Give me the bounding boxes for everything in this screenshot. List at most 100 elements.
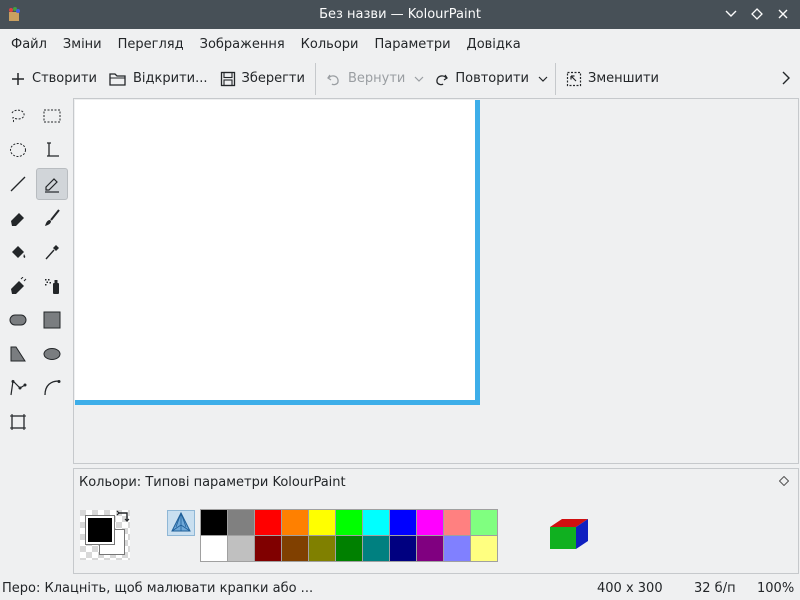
palette-select-button[interactable] bbox=[167, 510, 195, 536]
menu-file[interactable]: Файл bbox=[3, 29, 55, 60]
palette-swatch[interactable] bbox=[255, 536, 281, 561]
tool-pen[interactable] bbox=[36, 168, 68, 200]
canvas-resize-handle-bottom[interactable] bbox=[75, 400, 480, 405]
colors-dock: Кольори: Типові параметри KolourPaint bbox=[73, 468, 799, 574]
palette-swatch[interactable] bbox=[336, 510, 362, 535]
lasso-selection-icon bbox=[11, 109, 25, 123]
zoom-frame-icon bbox=[10, 414, 26, 430]
palette-swatch[interactable] bbox=[471, 510, 497, 535]
palette-swatch[interactable] bbox=[336, 536, 362, 561]
menu-settings[interactable]: Параметри bbox=[366, 29, 458, 60]
palette-swatch[interactable] bbox=[390, 510, 416, 535]
tool-zoom[interactable] bbox=[2, 406, 34, 438]
open-button[interactable]: Відкрити... bbox=[103, 64, 214, 94]
undo-icon bbox=[327, 74, 339, 85]
foreground-color-swatch[interactable] bbox=[85, 515, 115, 545]
canvas-viewport[interactable] bbox=[73, 98, 799, 464]
save-icon bbox=[220, 71, 235, 86]
tool-rectangular-selection[interactable] bbox=[36, 100, 68, 132]
tool-free-form-selection[interactable] bbox=[2, 100, 34, 132]
chevron-down-icon bbox=[725, 10, 737, 17]
tool-line[interactable] bbox=[2, 168, 34, 200]
tool-flood-fill[interactable] bbox=[2, 236, 34, 268]
palette-swatch[interactable] bbox=[471, 536, 497, 561]
dual-color-button[interactable] bbox=[80, 510, 130, 560]
palette-swatch[interactable] bbox=[417, 536, 443, 561]
drawing-canvas[interactable] bbox=[75, 100, 475, 400]
menu-view[interactable]: Перегляд bbox=[110, 29, 192, 60]
save-button[interactable]: Зберегти bbox=[214, 64, 311, 94]
menu-colors[interactable]: Кольори bbox=[293, 29, 367, 60]
polygon-icon bbox=[10, 346, 26, 362]
new-button-label: Створити bbox=[32, 71, 97, 86]
palette-swatch[interactable] bbox=[363, 536, 389, 561]
tool-box bbox=[2, 100, 72, 440]
palette-swatch[interactable] bbox=[201, 536, 227, 561]
palette-swatch[interactable] bbox=[282, 510, 308, 535]
redo-button[interactable]: Повторити bbox=[427, 64, 535, 94]
palette-swatch[interactable] bbox=[444, 536, 470, 561]
tool-rounded-rectangle[interactable] bbox=[2, 304, 34, 336]
undo-button[interactable]: Вернути bbox=[320, 64, 411, 94]
menu-bar: Файл Зміни Перегляд Зображення Кольори П… bbox=[0, 29, 800, 60]
maximize-button[interactable] bbox=[748, 5, 766, 23]
palette-swatch[interactable] bbox=[309, 536, 335, 561]
tool-polygon[interactable] bbox=[2, 338, 34, 370]
palette-swatch[interactable] bbox=[390, 536, 416, 561]
toolbar-overflow-button[interactable] bbox=[778, 67, 794, 89]
palette-swatch[interactable] bbox=[228, 536, 254, 561]
window-title: Без назви — KolourPaint bbox=[319, 7, 481, 22]
color-cube-icon[interactable] bbox=[548, 513, 590, 555]
pen-icon bbox=[45, 178, 59, 193]
canvas-resize-handle-right[interactable] bbox=[475, 100, 480, 405]
spraycan-icon bbox=[45, 279, 59, 294]
redo-button-label: Повторити bbox=[455, 71, 529, 86]
tool-polyline[interactable] bbox=[2, 372, 34, 404]
palette-swatch[interactable] bbox=[255, 510, 281, 535]
curve-icon bbox=[44, 380, 61, 396]
swap-colors-icon[interactable] bbox=[116, 510, 132, 526]
folder-open-icon bbox=[109, 72, 126, 86]
tool-brush[interactable] bbox=[36, 202, 68, 234]
status-message: Перо: Клацніть, щоб малювати крапки або … bbox=[2, 581, 314, 596]
zoom-out-button-label: Зменшити bbox=[587, 71, 659, 86]
zoom-out-button[interactable]: Зменшити bbox=[560, 64, 665, 94]
tool-ellipse[interactable] bbox=[36, 338, 68, 370]
tool-color-picker[interactable] bbox=[36, 236, 68, 268]
tool-curve[interactable] bbox=[36, 372, 68, 404]
paint-bucket-icon bbox=[12, 246, 26, 258]
menu-edit[interactable]: Зміни bbox=[55, 29, 110, 60]
palette-swatch[interactable] bbox=[417, 510, 443, 535]
redo-dropdown[interactable] bbox=[535, 64, 551, 94]
open-button-label: Відкрити... bbox=[133, 71, 208, 86]
tool-elliptical-selection[interactable] bbox=[2, 134, 34, 166]
tool-rectangle[interactable] bbox=[36, 304, 68, 336]
palette-swatch[interactable] bbox=[228, 510, 254, 535]
close-button[interactable] bbox=[774, 5, 792, 23]
tool-text[interactable] bbox=[36, 134, 68, 166]
eyedropper-icon bbox=[45, 245, 59, 260]
undo-button-label: Вернути bbox=[347, 71, 406, 86]
menu-help[interactable]: Довідка bbox=[459, 29, 529, 60]
palette-swatch[interactable] bbox=[282, 536, 308, 561]
palette-swatch[interactable] bbox=[363, 510, 389, 535]
menu-image[interactable]: Зображення bbox=[192, 29, 293, 60]
tool-spraycan[interactable] bbox=[36, 270, 68, 302]
title-bar: Без назви — KolourPaint bbox=[0, 0, 800, 29]
undo-dropdown[interactable] bbox=[411, 64, 427, 94]
chevron-down-icon bbox=[538, 76, 548, 82]
dock-float-button[interactable] bbox=[778, 475, 790, 487]
toolbar-separator bbox=[554, 62, 556, 95]
palette-swatch[interactable] bbox=[444, 510, 470, 535]
status-image-size: 400 x 300 bbox=[597, 581, 663, 596]
save-button-label: Зберегти bbox=[241, 71, 305, 86]
palette-swatch[interactable] bbox=[309, 510, 335, 535]
minimize-button[interactable] bbox=[722, 5, 740, 23]
new-button[interactable]: Створити bbox=[4, 64, 103, 94]
text-tool-icon bbox=[47, 142, 59, 157]
rounded-rectangle-icon bbox=[9, 314, 27, 326]
tool-eraser[interactable] bbox=[2, 202, 34, 234]
palette-swatch[interactable] bbox=[201, 510, 227, 535]
tool-color-eraser[interactable] bbox=[2, 270, 34, 302]
status-color-depth: 32 б/п bbox=[694, 581, 736, 596]
